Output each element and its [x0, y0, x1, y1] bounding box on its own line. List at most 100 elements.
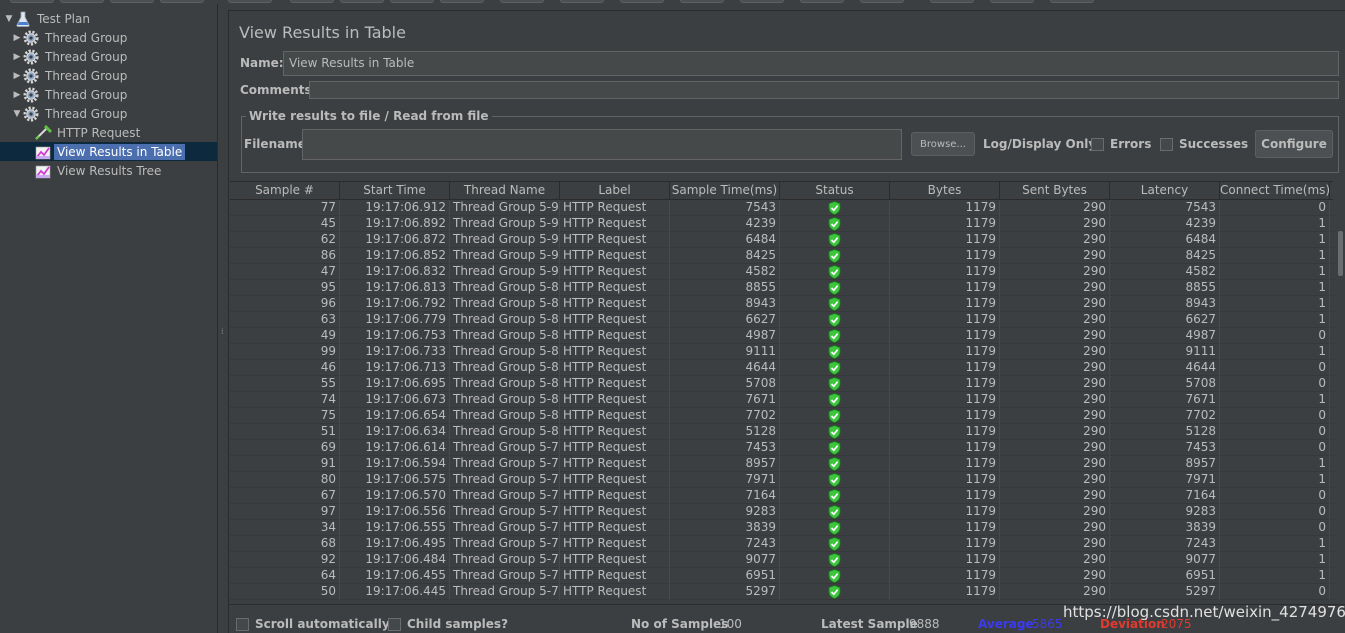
toolbar-button-2[interactable] [110, 0, 154, 3]
table-row[interactable]: 67 19:17:06.570 Thread Group 5-74 HTTP Requ… [230, 488, 1333, 504]
table-cell: 47 [230, 264, 340, 280]
toolbar-button-1[interactable] [60, 0, 104, 3]
column-header[interactable]: Sample # [230, 182, 340, 200]
toolbar-button-13[interactable] [740, 0, 784, 3]
table-cell: 0 [1220, 488, 1330, 504]
toolbar-button-16[interactable] [930, 0, 974, 3]
table-cell: 8943 [670, 296, 780, 312]
column-header[interactable]: Label [560, 182, 670, 200]
table-cell: 1 [1220, 536, 1330, 552]
toolbar-button-9[interactable] [500, 0, 544, 3]
table-cell: Thread Group 5-89 [450, 280, 560, 296]
toolbar-button-18[interactable] [1050, 0, 1094, 3]
collapse-arrow-icon[interactable]: ▼ [12, 109, 22, 119]
tree-item[interactable]: ▶ Thread Group [12, 66, 130, 85]
column-header[interactable]: Bytes [890, 182, 1000, 200]
successes-checkbox[interactable] [1160, 138, 1173, 151]
table-row[interactable]: 75 19:17:06.654 Thread Group 5-81 HTTP Requ… [230, 408, 1333, 424]
table-row[interactable]: 34 19:17:06.555 Thread Group 5-75 HTTP Requ… [230, 520, 1333, 536]
table-row[interactable]: 99 19:17:06.733 Thread Group 5-85 HTTP Requ… [230, 344, 1333, 360]
column-header[interactable]: Sent Bytes [1000, 182, 1110, 200]
expand-arrow-icon[interactable]: ▶ [12, 52, 22, 62]
table-row[interactable]: 64 19:17:06.455 Thread Group 5-71 HTTP Requ… [230, 568, 1333, 584]
tree-item[interactable]: ▼ Test Plan [4, 9, 93, 28]
tree-item-label: HTTP Request [57, 125, 141, 140]
status-ok-icon [780, 264, 890, 280]
column-header[interactable]: Latency [1110, 182, 1220, 200]
toolbar-button-7[interactable] [390, 0, 434, 3]
toolbar-button-0[interactable] [10, 0, 54, 3]
tree-item[interactable]: View Results Tree [20, 161, 164, 180]
configure-button[interactable]: Configure [1255, 130, 1333, 158]
toolbar-button-3[interactable] [160, 0, 204, 3]
toolbar-button-17[interactable] [990, 0, 1034, 3]
table-row[interactable]: 55 19:17:06.695 Thread Group 5-83 HTTP Requ… [230, 376, 1333, 392]
tree-item[interactable]: ▶ Thread Group [12, 85, 130, 104]
column-header[interactable]: Connect Time(ms) [1220, 182, 1330, 200]
splitter-grip-icon[interactable]: ⁞ [221, 328, 225, 344]
table-row[interactable]: 74 19:17:06.673 Thread Group 5-82 HTTP Requ… [230, 392, 1333, 408]
errors-checkbox[interactable] [1091, 138, 1104, 151]
table-row[interactable]: 86 19:17:06.852 Thread Group 5-91 HTTP Requ… [230, 248, 1333, 264]
column-header[interactable]: Sample Time(ms) [670, 182, 780, 200]
child-samples-checkbox[interactable] [388, 618, 401, 631]
table-row[interactable]: 63 19:17:06.779 Thread Group 5-87 HTTP Requ… [230, 312, 1333, 328]
table-row[interactable]: 46 19:17:06.713 Thread Group 5-84 HTTP Requ… [230, 360, 1333, 376]
table-row[interactable]: 96 19:17:06.792 Thread Group 5-88 HTTP Requ… [230, 296, 1333, 312]
name-input[interactable]: View Results in Table [283, 51, 1339, 76]
toolbar-button-4[interactable] [228, 0, 272, 3]
table-cell: 1179 [890, 360, 1000, 376]
table-row[interactable]: 80 19:17:06.575 Thread Group 5-77 HTTP Requ… [230, 472, 1333, 488]
tree-item[interactable]: HTTP Request [20, 123, 143, 142]
table-row[interactable]: 50 19:17:06.445 Thread Group 5-70 HTTP Requ… [230, 584, 1333, 600]
toolbar-button-11[interactable] [620, 0, 664, 3]
table-row[interactable]: 69 19:17:06.614 Thread Group 5-79 HTTP Requ… [230, 440, 1333, 456]
table-body[interactable]: 77 19:17:06.912 Thread Group 5-94 HTTP Requ… [230, 200, 1333, 600]
table-row[interactable]: 47 19:17:06.832 Thread Group 5-90 HTTP Requ… [230, 264, 1333, 280]
scroll-automatically-checkbox[interactable] [236, 618, 249, 631]
comments-input[interactable] [309, 81, 1339, 99]
expand-arrow-icon[interactable]: ▶ [12, 71, 22, 81]
expand-arrow-icon[interactable]: ▶ [12, 90, 22, 100]
scrollbar-thumb[interactable] [1338, 231, 1343, 276]
table-cell: 7702 [670, 408, 780, 424]
toolbar-button-8[interactable] [440, 0, 484, 3]
tree-item[interactable]: View Results in Table [0, 142, 217, 161]
column-header[interactable]: Status [780, 182, 890, 200]
table-row[interactable]: 45 19:17:06.892 Thread Group 5-93 HTTP Requ… [230, 216, 1333, 232]
toolbar-button-15[interactable] [860, 0, 904, 3]
column-header[interactable]: Start Time [340, 182, 450, 200]
table-cell: 19:17:06.792 [340, 296, 450, 312]
expand-arrow-icon[interactable]: ▶ [12, 33, 22, 43]
splitter[interactable]: ⁞ [219, 4, 228, 633]
toolbar-button-10[interactable] [560, 0, 604, 3]
table-row[interactable]: 49 19:17:06.753 Thread Group 5-86 HTTP Requ… [230, 328, 1333, 344]
collapse-arrow-icon[interactable]: ▼ [4, 14, 14, 24]
table-row[interactable]: 97 19:17:06.556 Thread Group 5-76 HTTP Requ… [230, 504, 1333, 520]
toolbar-button-12[interactable] [680, 0, 724, 3]
tree-item[interactable]: ▶ Thread Group [12, 28, 130, 47]
vertical-scrollbar[interactable] [1336, 201, 1345, 599]
table-row[interactable]: 91 19:17:06.594 Thread Group 5-78 HTTP Requ… [230, 456, 1333, 472]
tree-item-label: View Results in Table [54, 143, 186, 160]
table-cell: 46 [230, 360, 340, 376]
table-row[interactable]: 51 19:17:06.634 Thread Group 5-80 HTTP Requ… [230, 424, 1333, 440]
table-row[interactable]: 68 19:17:06.495 Thread Group 5-73 HTTP Requ… [230, 536, 1333, 552]
tree-item[interactable]: ▶ Thread Group [12, 47, 130, 66]
test-plan-tree[interactable]: ▼ Test Plan ▶ Thread Group ▶ Thread Group ▶ Thr… [0, 4, 218, 633]
table-row[interactable]: 95 19:17:06.813 Thread Group 5-89 HTTP Requ… [230, 280, 1333, 296]
toolbar-button-6[interactable] [340, 0, 384, 3]
tree-item[interactable]: ▼ Thread Group [12, 104, 130, 123]
table-cell: HTTP Request [560, 536, 670, 552]
column-header[interactable]: Thread Name [450, 182, 560, 200]
toolbar-button-5[interactable] [290, 0, 334, 3]
chart-icon [34, 144, 52, 160]
table-cell: 99 [230, 344, 340, 360]
table-row[interactable]: 77 19:17:06.912 Thread Group 5-94 HTTP Requ… [230, 200, 1333, 216]
table-row[interactable]: 92 19:17:06.484 Thread Group 5-72 HTTP Requ… [230, 552, 1333, 568]
browse-button[interactable]: Browse... [911, 132, 975, 156]
filename-input[interactable] [302, 129, 902, 160]
table-row[interactable]: 62 19:17:06.872 Thread Group 5-92 HTTP Requ… [230, 232, 1333, 248]
results-table[interactable]: Sample # Start Time Thread Name Label Sample… [230, 181, 1333, 602]
toolbar-button-14[interactable] [800, 0, 844, 3]
